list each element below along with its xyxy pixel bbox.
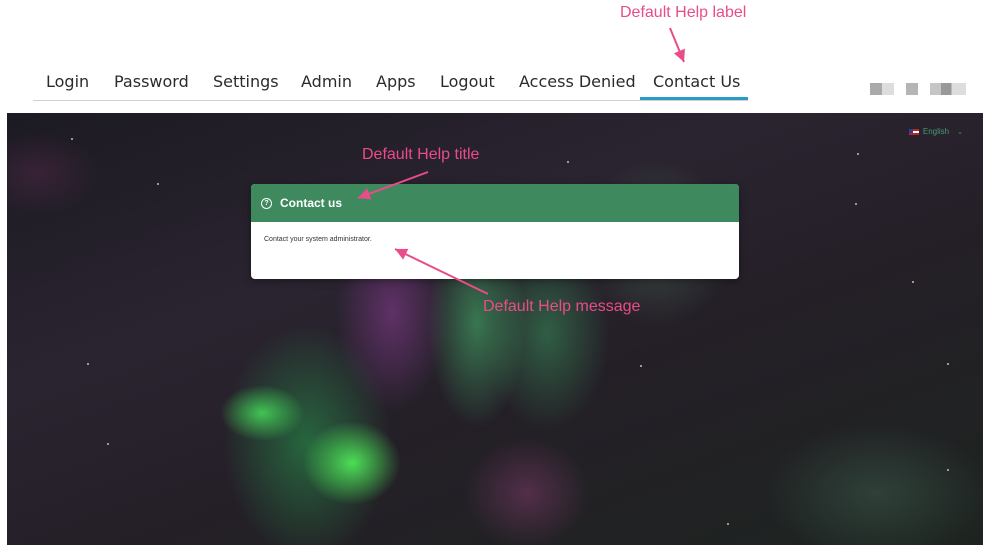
language-selector[interactable]: English ⌄ bbox=[908, 127, 963, 136]
tab-login[interactable]: Login bbox=[46, 72, 89, 100]
star bbox=[857, 153, 859, 155]
chevron-down-icon: ⌄ bbox=[957, 128, 963, 136]
tab-logout[interactable]: Logout bbox=[440, 72, 495, 100]
star bbox=[71, 138, 73, 140]
star bbox=[87, 363, 89, 365]
aurora-background: English ⌄ ? Contact us Contact your syst… bbox=[7, 113, 983, 545]
blurred-icon bbox=[906, 83, 918, 95]
help-circle-icon: ? bbox=[261, 197, 272, 209]
star bbox=[567, 161, 569, 163]
blurred-icon bbox=[870, 83, 894, 95]
us-flag-icon bbox=[908, 128, 919, 135]
language-label: English bbox=[922, 127, 950, 136]
tab-password[interactable]: Password bbox=[114, 72, 189, 100]
star bbox=[947, 363, 949, 365]
blurred-icon bbox=[930, 83, 966, 95]
help-card: ? Contact us Contact your system adminis… bbox=[251, 184, 739, 279]
star bbox=[727, 523, 729, 525]
arrow-to-label bbox=[669, 27, 685, 63]
tab-apps[interactable]: Apps bbox=[376, 72, 416, 100]
star bbox=[947, 469, 949, 471]
tab-bar: Login Password Settings Admin Apps Logou… bbox=[33, 66, 748, 101]
annotation-help-title: Default Help title bbox=[362, 146, 480, 163]
star bbox=[912, 281, 914, 283]
star bbox=[107, 443, 109, 445]
help-card-body: Contact your system administrator. bbox=[251, 222, 739, 257]
star bbox=[640, 365, 642, 367]
help-title: Contact us bbox=[280, 196, 343, 210]
star bbox=[855, 203, 857, 205]
help-card-header: ? Contact us bbox=[251, 184, 739, 222]
help-message: Contact your system administrator. bbox=[264, 236, 372, 243]
tab-contact-us[interactable]: Contact Us bbox=[653, 72, 740, 100]
tab-access-denied[interactable]: Access Denied bbox=[519, 72, 636, 100]
annotation-help-message: Default Help message bbox=[483, 298, 641, 315]
annotation-help-label: Default Help label bbox=[620, 4, 747, 21]
tab-admin[interactable]: Admin bbox=[301, 72, 352, 100]
active-tab-indicator bbox=[640, 97, 748, 100]
star bbox=[157, 183, 159, 185]
tab-settings[interactable]: Settings bbox=[213, 72, 279, 100]
